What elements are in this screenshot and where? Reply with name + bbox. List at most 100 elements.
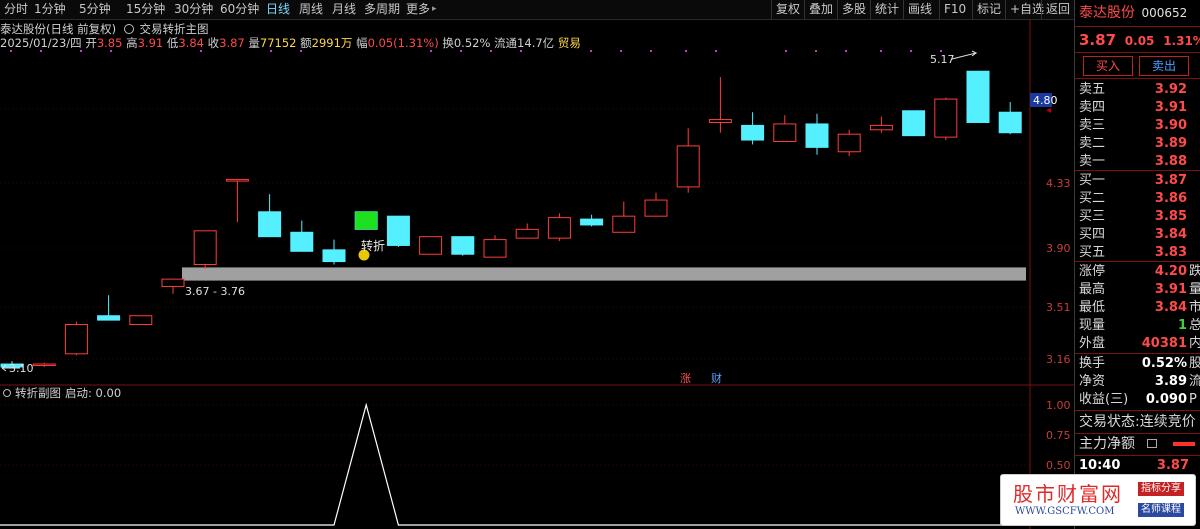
event-tag-finance[interactable]: 财: [711, 371, 722, 385]
trade-status-row: 交易状态:连续竞价: [1079, 413, 1200, 431]
ask-price: 3.90: [1154, 118, 1187, 133]
candle-up[interactable]: [515, 228, 539, 239]
signal-dot: [910, 50, 912, 52]
overlay-button[interactable]: 叠加: [804, 0, 837, 19]
bid-label: 买三: [1079, 209, 1106, 224]
candle-up[interactable]: [708, 119, 732, 123]
stat-label: 最高: [1079, 282, 1106, 297]
tab-more[interactable]: 更多: [406, 0, 430, 19]
stat-row: 最低 3.84 市: [1079, 299, 1200, 317]
stock-code: 000652: [1141, 6, 1188, 20]
candle-down[interactable]: [902, 110, 926, 137]
ask-row: 卖三 3.90: [1079, 117, 1200, 135]
candle-down[interactable]: [580, 218, 604, 226]
mark-button[interactable]: 标记: [972, 0, 1005, 19]
signal-dot: [110, 50, 112, 52]
change-pct: 1.31%: [1163, 34, 1200, 48]
f10-button[interactable]: F10: [939, 0, 970, 19]
sub-tick: 0.75: [1046, 429, 1071, 442]
candle-down[interactable]: [451, 236, 475, 255]
candle-up[interactable]: [676, 145, 700, 188]
candle-up[interactable]: [773, 123, 797, 143]
draw-button[interactable]: 画线: [903, 0, 936, 19]
candle-up[interactable]: [644, 199, 668, 217]
tab-30min[interactable]: 30分钟: [174, 0, 213, 19]
trade-status-value: 连续竞价: [1139, 414, 1196, 430]
tab-15min[interactable]: 15分钟: [126, 0, 165, 19]
more-arrow-icon[interactable]: ▸: [432, 0, 437, 19]
ask-label: 卖二: [1079, 136, 1106, 151]
watermark-url: WWW.GSCFW.COM: [1015, 506, 1115, 517]
tick-time: 10:40: [1079, 458, 1121, 473]
candle-down[interactable]: [998, 111, 1022, 134]
candle-down[interactable]: [322, 249, 346, 263]
tab-weekly[interactable]: 周线: [299, 0, 323, 19]
candle-down[interactable]: [386, 215, 410, 246]
turn-signal-candle[interactable]: [355, 211, 378, 230]
tab-daily[interactable]: 日线: [266, 0, 290, 19]
stat-label: 外盘: [1079, 336, 1106, 351]
event-tag-rise[interactable]: 涨: [680, 372, 691, 385]
buy-button[interactable]: 买入: [1083, 56, 1133, 76]
bid-row: 买三 3.85: [1079, 208, 1200, 226]
signal-dot: [590, 50, 592, 52]
candle-up[interactable]: [129, 315, 153, 326]
divider: [1075, 52, 1200, 53]
candle-up[interactable]: [612, 215, 636, 233]
tab-monthly[interactable]: 月线: [332, 0, 356, 19]
sub-indicator-name[interactable]: 转折副图: [15, 386, 61, 400]
candle-up[interactable]: [869, 124, 893, 131]
tab-1min[interactable]: 1分钟: [34, 0, 66, 19]
candle-up[interactable]: [547, 217, 571, 239]
candle-up[interactable]: [225, 179, 249, 182]
sub-indicator-circle-icon[interactable]: [3, 389, 11, 397]
adjust-button[interactable]: 复权: [771, 0, 804, 19]
multi-stock-button[interactable]: 多股: [837, 0, 870, 19]
ask-price: 3.91: [1154, 100, 1187, 115]
stats-button[interactable]: 统计: [870, 0, 903, 19]
signal-dot: [880, 50, 882, 52]
candle-up[interactable]: [419, 236, 443, 255]
ask-row: 卖二 3.89: [1079, 135, 1200, 153]
divider: [1075, 455, 1200, 456]
candle-up[interactable]: [64, 324, 88, 355]
candle-up[interactable]: [32, 363, 56, 367]
watermark-title: 股市财富网: [1013, 482, 1123, 506]
stat-label: 净资: [1079, 374, 1106, 389]
candle-down[interactable]: [258, 211, 282, 238]
back-button[interactable]: 返回: [1041, 0, 1074, 19]
candle-up[interactable]: [161, 278, 185, 287]
period-toolbar: 分时 1分钟 5分钟 15分钟 30分钟 60分钟 日线 周线 月线 多周期 更…: [0, 0, 1074, 20]
tab-5min[interactable]: 5分钟: [79, 0, 111, 19]
candle-up[interactable]: [193, 230, 217, 265]
signal-dot: [490, 50, 492, 52]
tick-row: 10:40 3.87: [1079, 457, 1200, 475]
stock-name: 泰达股份: [1079, 5, 1135, 21]
candle-up[interactable]: [837, 133, 861, 153]
candle-down[interactable]: [97, 315, 121, 321]
main-candlestick-chart[interactable]: 3.67 - 3.76 5.17 3.10 转折 涨 财 4.80 ◂ 4.33…: [0, 20, 1074, 386]
ask-label: 卖四: [1079, 100, 1106, 115]
signal-dot: [620, 50, 622, 52]
candle-down[interactable]: [290, 231, 314, 252]
candle-down[interactable]: [741, 124, 765, 141]
candle-down[interactable]: [805, 123, 829, 148]
price-tick: 3.16: [1046, 353, 1071, 366]
price-tick: 3.51: [1046, 301, 1071, 314]
candle-up[interactable]: [934, 98, 958, 138]
tab-multi-period[interactable]: 多周期: [364, 0, 400, 19]
ask-row: 卖一 3.88: [1079, 153, 1200, 171]
candle-up[interactable]: [483, 239, 507, 258]
bid-price: 3.87: [1154, 173, 1187, 188]
trade-status-label: 交易状态:: [1079, 414, 1140, 430]
tab-intraday[interactable]: 分时: [4, 0, 28, 19]
bid-row: 买四 3.84: [1079, 226, 1200, 244]
signal-dot: [40, 50, 42, 52]
main-net-menu-icon[interactable]: [1147, 439, 1157, 448]
tab-60min[interactable]: 60分钟: [220, 0, 259, 19]
sub-indicator-value: 启动: 0.00: [65, 386, 121, 400]
sub-indicator-chart[interactable]: 转折副图 启动: 0.00 1.00 0.75 0.50: [0, 386, 1074, 529]
sell-button[interactable]: 卖出: [1139, 56, 1189, 76]
candle-down[interactable]: [966, 70, 990, 123]
candles-group: [0, 70, 1022, 369]
